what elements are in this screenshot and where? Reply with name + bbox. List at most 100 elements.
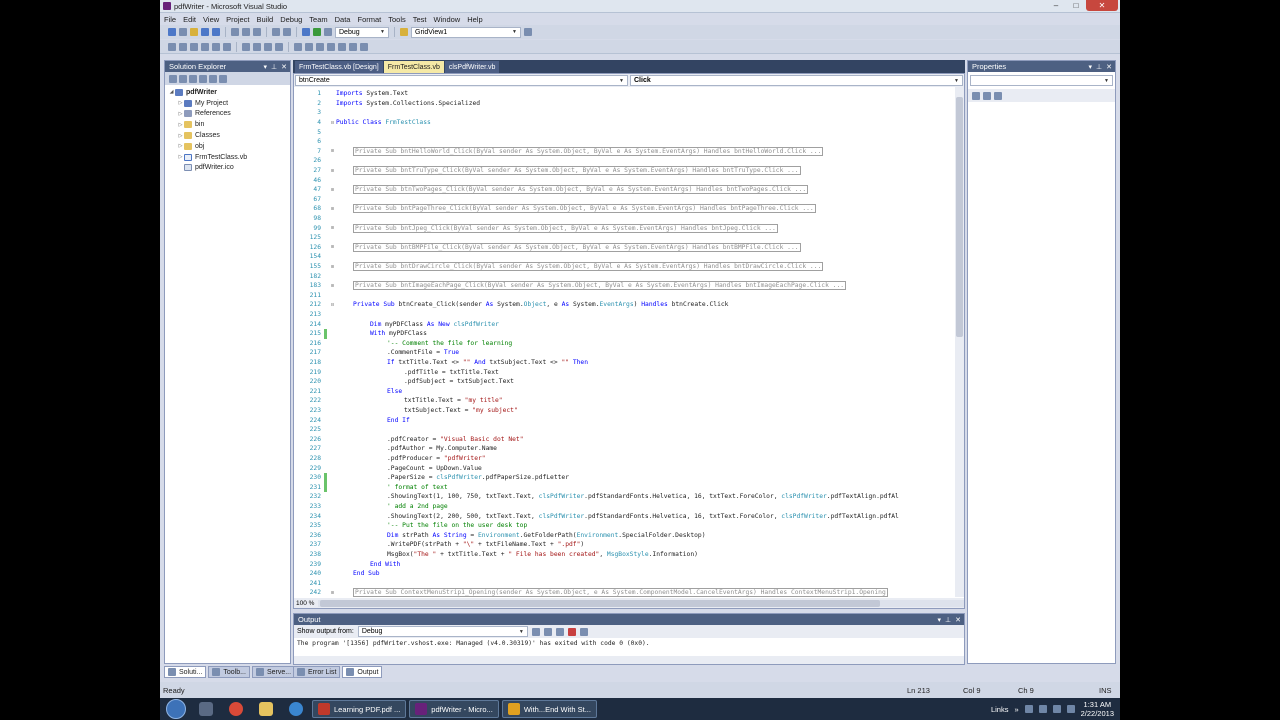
menu-view[interactable]: View — [203, 15, 219, 24]
code-line[interactable]: 228 .pdfProducer = "pdfWriter" — [294, 454, 954, 464]
code-line[interactable]: 26 — [294, 156, 954, 166]
code-line[interactable]: 27 ⊞ Private Sub bntTruType_Click(ByVal se… — [294, 166, 954, 176]
property-pages-icon[interactable] — [994, 91, 1002, 100]
menu-tools[interactable]: Tools — [388, 15, 406, 24]
code-line[interactable]: 236 Dim strPath As String = Environment.G… — [294, 531, 954, 541]
make-same-width-icon[interactable] — [242, 42, 250, 51]
outline-toggle-icon[interactable]: ⊞ — [329, 187, 336, 193]
code-line[interactable]: 67 — [294, 195, 954, 205]
menu-build[interactable]: Build — [257, 15, 274, 24]
alphabetical-icon[interactable] — [983, 91, 991, 100]
code-line[interactable]: 217 .CommentFile = True — [294, 348, 954, 358]
scroll-thumb[interactable] — [320, 599, 881, 607]
outline-toggle-icon[interactable]: ⊞ — [329, 283, 336, 289]
outline-toggle-icon[interactable]: ⊟ — [329, 120, 336, 126]
code-line[interactable]: 226 .pdfCreator = "Visual Basic dot Net" — [294, 435, 954, 445]
code-line[interactable]: 99 ⊞ Private Sub bntJpeg_Click(ByVal sende… — [294, 223, 954, 233]
menu-team[interactable]: Team — [309, 15, 327, 24]
method-name-dropdown[interactable]: Click ▼ — [630, 75, 963, 86]
menu-test[interactable]: Test — [413, 15, 427, 24]
start-button[interactable] — [166, 699, 186, 719]
step-icon[interactable] — [324, 28, 332, 36]
tab-error-list[interactable]: Error List — [293, 666, 341, 678]
collapsed-region[interactable]: Private Sub bntPageThree_Click(ByVal sen… — [353, 204, 816, 214]
code-area[interactable]: 1 Imports System.Text 2 Imports System.Coll… — [294, 89, 954, 597]
code-line[interactable]: 46 — [294, 175, 954, 185]
navigate-back-icon[interactable] — [168, 28, 176, 36]
code-line[interactable]: 233 ' add a 2nd page — [294, 502, 954, 512]
code-line[interactable]: 1 Imports System.Text — [294, 89, 954, 99]
next-message-icon[interactable] — [555, 627, 564, 636]
align-middle-icon[interactable] — [212, 42, 220, 51]
code-line[interactable]: 125 — [294, 233, 954, 243]
code-line[interactable]: 98 — [294, 214, 954, 224]
tree-item[interactable]: ▷ bin — [165, 119, 290, 130]
redo-icon[interactable] — [283, 28, 291, 36]
document-tab[interactable]: FrmTestClass.vb — [383, 61, 444, 73]
collapsed-region[interactable]: Private Sub bntHelloWorld_Click(ByVal se… — [353, 146, 824, 156]
send-to-back-icon[interactable] — [349, 42, 357, 51]
maximize-button[interactable]: □ — [1066, 0, 1086, 11]
vertical-spacing-icon[interactable] — [305, 42, 313, 51]
clock[interactable]: 1:31 AM 2/22/2013 — [1081, 700, 1114, 718]
code-line[interactable]: 126 ⊞ Private Sub bntBMPFile_Click(ByVal s… — [294, 242, 954, 253]
minimize-button[interactable]: – — [1046, 0, 1066, 11]
outline-toggle-icon[interactable]: ⊞ — [329, 590, 336, 596]
close-icon[interactable]: ✕ — [955, 616, 961, 624]
expander-icon[interactable]: ◢ — [168, 89, 175, 95]
expander-icon[interactable]: ▷ — [177, 133, 184, 139]
expander-icon[interactable]: ▷ — [177, 111, 184, 117]
code-line[interactable]: 238 MsgBox("The " + txtTitle.Text + " Fil… — [294, 550, 954, 560]
document-tab[interactable]: clsPdfWriter.vb — [444, 61, 500, 73]
menu-window[interactable]: Window — [434, 15, 461, 24]
code-line[interactable]: 214 Dim myPDFClass As New clsPdfWriter — [294, 319, 954, 329]
menu-project[interactable]: Project — [226, 15, 249, 24]
code-line[interactable]: 6 — [294, 137, 954, 147]
code-line[interactable]: 234 .ShowingText(2, 200, 500, txtText.Tex… — [294, 511, 954, 521]
previous-message-icon[interactable] — [543, 627, 552, 636]
horizontal-scrollbar[interactable] — [318, 599, 964, 607]
internet-explorer-icon[interactable] — [282, 700, 310, 718]
code-line[interactable]: 211 — [294, 291, 954, 301]
undo-icon[interactable] — [272, 28, 280, 36]
size-to-grid-icon[interactable] — [275, 42, 283, 51]
show-hidden-icons-icon[interactable]: » — [1014, 705, 1018, 714]
find-dropdown[interactable]: GridView1 ▼ — [411, 26, 521, 38]
navigate-icon[interactable] — [302, 28, 310, 36]
scroll-thumb[interactable] — [956, 97, 963, 337]
make-same-size-icon[interactable] — [264, 42, 272, 51]
outline-toggle-icon[interactable]: ⊞ — [329, 244, 336, 250]
code-line[interactable]: 68 ⊞ Private Sub bntPageThree_Click(ByVal … — [294, 204, 954, 214]
code-line[interactable]: 232 .ShowingText(1, 100, 750, txtText.Tex… — [294, 492, 954, 502]
menu-format[interactable]: Format — [357, 15, 381, 24]
center-vertically-icon[interactable] — [327, 42, 335, 51]
code-line[interactable]: 215 With myPDFClass — [294, 329, 954, 339]
expander-icon[interactable]: ▷ — [177, 100, 184, 106]
align-right-icon[interactable] — [190, 42, 198, 51]
code-line[interactable]: 219 .pdfTitle = txtTitle.Text — [294, 367, 954, 377]
tab-output[interactable]: Output — [342, 666, 383, 678]
tree-item[interactable]: ▷ obj — [165, 141, 290, 152]
tree-item[interactable]: ▷ References — [165, 109, 290, 120]
collapsed-region[interactable]: Private Sub bntTruType_Click(ByVal sende… — [353, 166, 801, 176]
file-explorer-icon[interactable] — [252, 700, 280, 718]
tree-item[interactable]: ▷ FrmTestClass.vb — [165, 152, 290, 163]
code-line[interactable]: 183 ⊞ Private Sub bntImageEachPage_Click(B… — [294, 281, 954, 291]
pin-icon[interactable]: ⊥ — [1096, 63, 1102, 71]
document-tab[interactable]: FrmTestClass.vb [Design] — [295, 61, 383, 73]
outline-toggle-icon[interactable]: ⊞ — [329, 225, 336, 231]
pin-icon[interactable]: ⊥ — [271, 63, 277, 71]
collapsed-region[interactable]: Private Sub ContextMenuStrip1_Opening(se… — [353, 588, 888, 597]
code-line[interactable]: 241 — [294, 579, 954, 589]
network-icon[interactable] — [1052, 705, 1061, 713]
close-icon[interactable]: ✕ — [281, 63, 287, 71]
expander-icon[interactable]: ▷ — [177, 154, 184, 160]
code-line[interactable]: 218 If txtTitle.Text <> "" And txtSubject… — [294, 358, 954, 368]
collapsed-region[interactable]: Private Sub btnTwoPages_Click(ByVal send… — [353, 185, 809, 195]
code-line[interactable]: 7 ⊞ Private Sub bntHelloWorld_Click(ByVal … — [294, 146, 954, 157]
output-source-dropdown[interactable]: Debug ▼ — [357, 626, 528, 637]
copy-icon[interactable] — [242, 28, 250, 36]
tab-left-0[interactable]: Soluti... — [164, 666, 207, 678]
close-icon[interactable]: ✕ — [1106, 63, 1112, 71]
flag-icon[interactable] — [1024, 705, 1033, 713]
